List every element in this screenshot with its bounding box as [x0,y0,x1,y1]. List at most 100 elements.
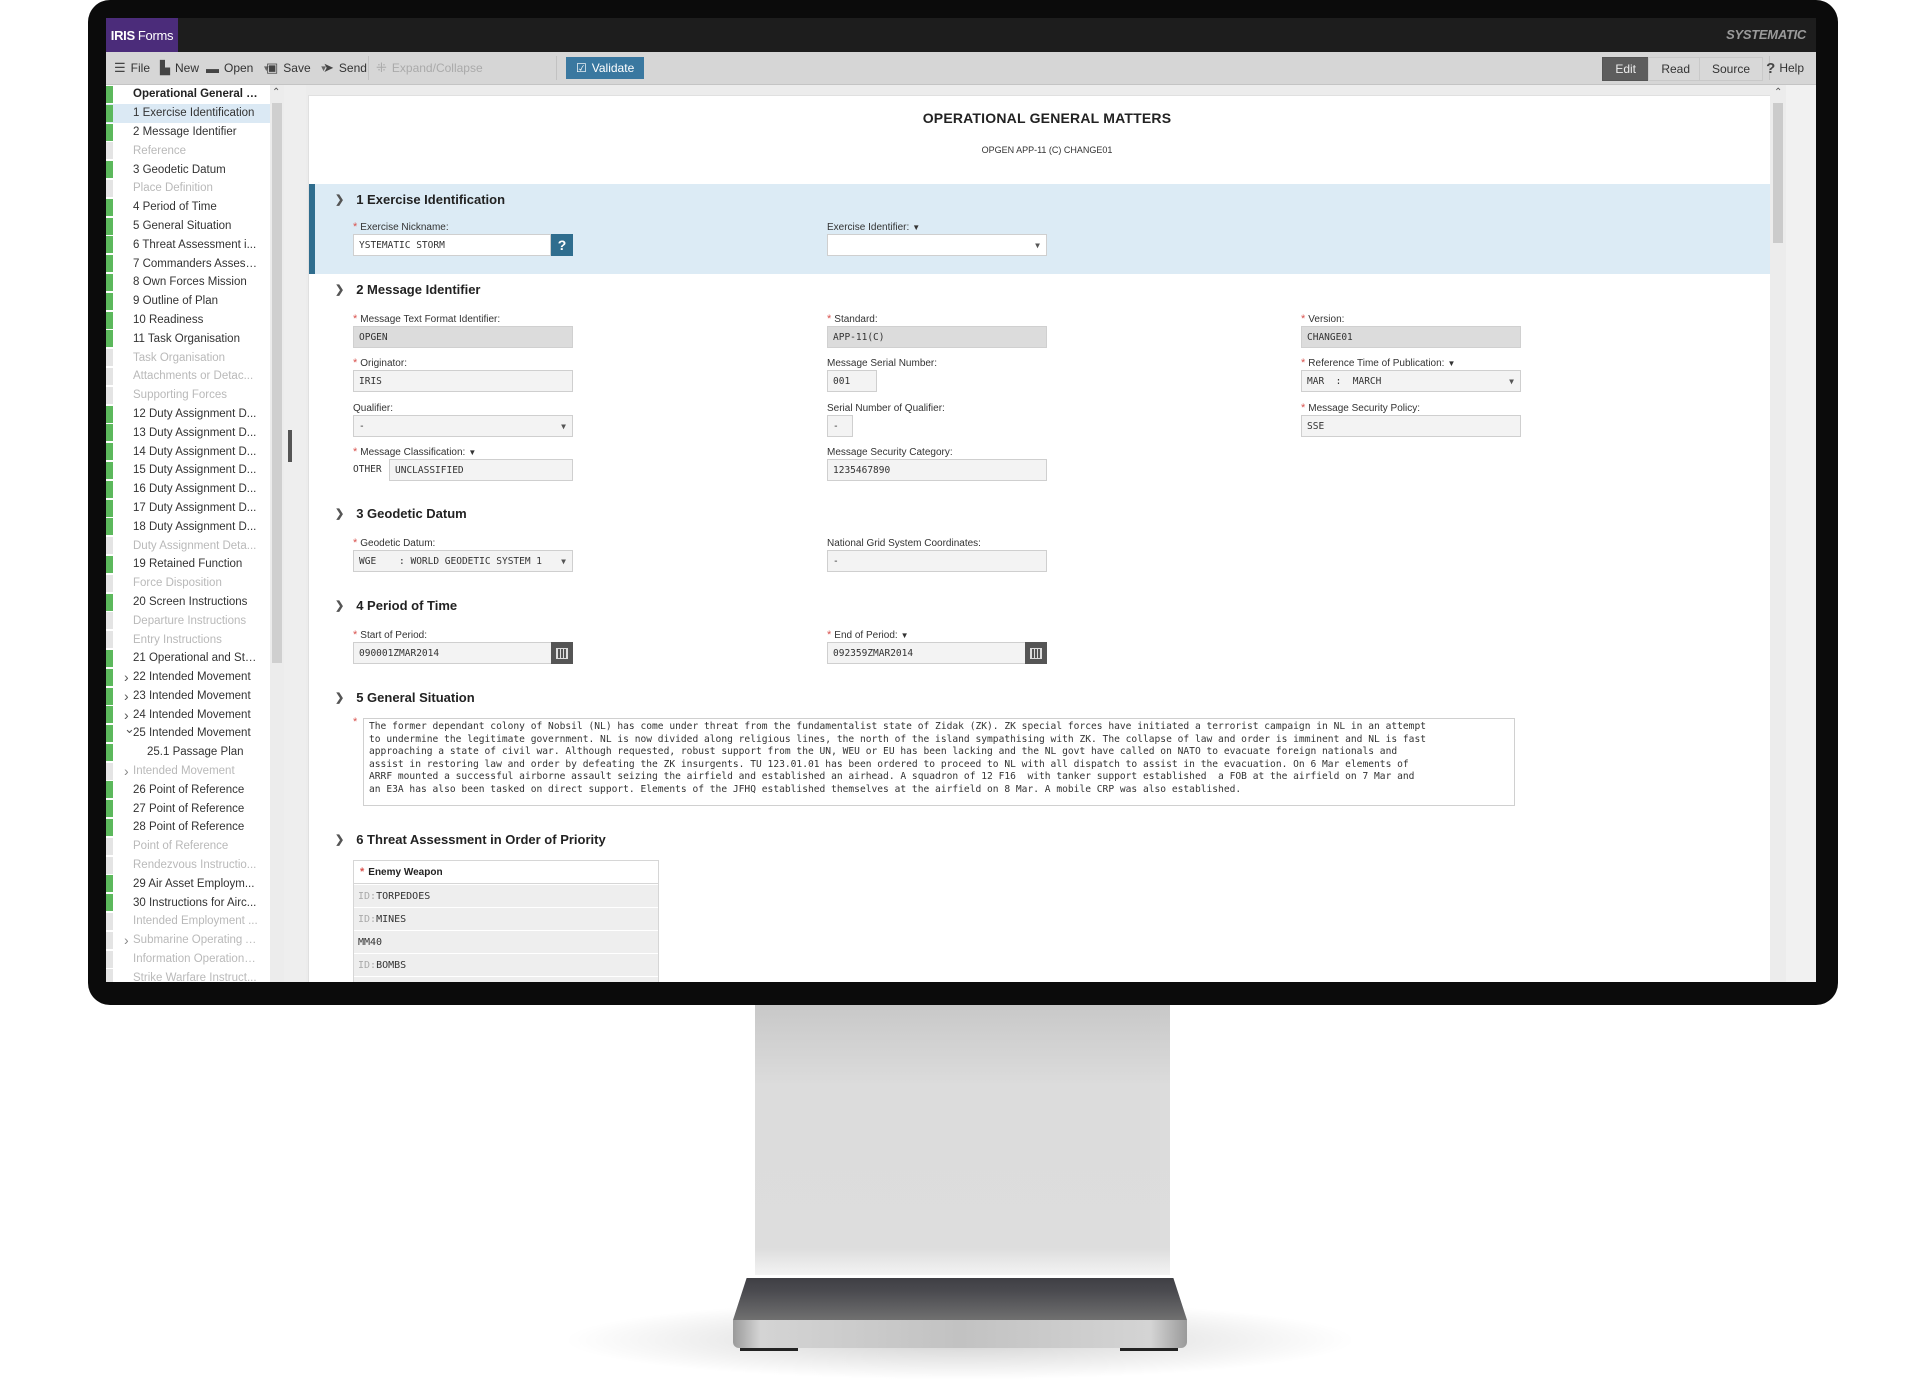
sidebar-item[interactable]: Point of Reference [106,837,270,856]
general-situation-textarea[interactable]: The former dependant colony of Nobsil (N… [363,718,1515,806]
sidebar-item[interactable]: 27 Point of Reference [106,799,270,818]
main-scrollbar[interactable]: ⌃ [1770,85,1786,982]
chevron-right-icon[interactable]: › [124,763,129,779]
section-header[interactable]: ❯ 5 General Situation [335,690,475,705]
sidebar-item[interactable]: 30 Instructions for Airc... [106,893,270,912]
sidebar-scrollbar[interactable]: ⌃ [270,85,284,982]
send-button[interactable]: ➤ Send [323,52,367,84]
qualifier-select[interactable]: - ▼ [353,415,573,437]
sidebar-item[interactable]: 20 Screen Instructions [106,593,270,612]
chevron-right-icon[interactable]: › [124,669,129,685]
sidebar-item[interactable]: ⌄ 25 Intended Movement [106,721,270,743]
collapse-sidebar-handle[interactable] [288,430,292,462]
table-row[interactable]: ID: TORPEDOES [354,885,658,907]
sidebar-scroll-thumb[interactable] [272,103,282,663]
sidebar-item[interactable]: 12 Duty Assignment D... [106,405,270,424]
sidebar-item[interactable]: › Intended Movement [106,762,270,781]
sidebar-item[interactable]: Duty Assignment Deta... [106,536,270,555]
calendar-button[interactable] [1025,642,1047,664]
save-button[interactable]: ▣ Save ▼ [266,52,328,84]
open-button[interactable]: ▬ Open ▼ [206,52,270,84]
sidebar-item[interactable]: Departure Instructions [106,611,270,630]
sidebar-item[interactable]: 8 Own Forces Mission [106,273,270,292]
new-button[interactable]: ▙ New [160,52,199,84]
sidebar-item[interactable]: Rendezvous Instructio... [106,856,270,875]
sidebar-item[interactable]: Attachments or Detac... [106,367,270,386]
sidebar-item[interactable]: 5 General Situation [106,217,270,236]
sidebar-item[interactable]: 16 Duty Assignment D... [106,480,270,499]
sidebar-item[interactable]: Intended Employment ... [106,912,270,931]
standard-input[interactable]: APP-11(C) [827,326,1047,348]
security-policy-input[interactable]: SSE [1301,415,1521,437]
sidebar-item[interactable]: 25.1 Passage Plan [106,743,270,762]
file-menu-button[interactable]: ☰ File [114,52,150,84]
table-row[interactable]: MM40 [354,931,658,953]
reference-time-select[interactable]: MAR : MARCH ▼ [1301,370,1521,392]
sidebar-item[interactable]: 3 Geodetic Datum [106,160,270,179]
sidebar-item[interactable]: Force Disposition [106,574,270,593]
sidebar-item[interactable]: 9 Outline of Plan [106,292,270,311]
chevron-right-icon[interactable]: › [124,688,129,704]
sidebar-item[interactable]: 1 Exercise Identification [106,103,270,123]
field-help-button[interactable]: ? [551,234,573,256]
section-header[interactable]: ❯ 4 Period of Time [335,598,457,613]
section-header[interactable]: ❯ 6 Threat Assessment in Order of Priori… [335,832,606,847]
sidebar-item[interactable]: 19 Retained Function [106,555,270,574]
mtf-identifier-input[interactable]: OPGEN [353,326,573,348]
sidebar-item[interactable]: Strike Warfare Instruct... [106,968,270,982]
sidebar-item[interactable]: › Submarine Operating A... [106,931,270,950]
source-mode-button[interactable]: Source [1698,57,1763,81]
sidebar-item[interactable]: 4 Period of Time [106,198,270,217]
main-scroll-thumb[interactable] [1773,103,1783,243]
sidebar-item[interactable]: › 22 Intended Movement [106,668,270,687]
version-input[interactable]: CHANGE01 [1301,326,1521,348]
sidebar-item[interactable]: › 23 Intended Movement [106,687,270,706]
sidebar-item[interactable]: 11 Task Organisation [106,329,270,348]
sidebar-item[interactable]: Task Organisation [106,348,270,367]
validate-button[interactable]: ☑ Validate [566,57,645,79]
sidebar-item[interactable]: Reference [106,141,270,160]
section-header[interactable]: ❯ 1 Exercise Identification [335,192,505,207]
table-row[interactable]: ID: MINES [354,908,658,930]
sidebar-item[interactable]: 13 Duty Assignment D... [106,423,270,442]
sidebar-item[interactable]: Information Operations... [106,950,270,969]
section-header[interactable]: ❯ 3 Geodetic Datum [335,506,467,521]
help-button[interactable]: ? Help [1766,57,1804,79]
section-header[interactable]: ❯ 2 Message Identifier [335,282,481,297]
calendar-button[interactable] [551,642,573,664]
grid-coordinates-input[interactable]: - [827,550,1047,572]
sidebar-item[interactable]: 7 Commanders Assess... [106,254,270,273]
sidebar-item[interactable]: 21 Operational and Sta... [106,649,270,668]
edit-mode-button[interactable]: Edit [1602,57,1649,81]
table-row[interactable]: ID:GUNS [354,977,658,982]
expand-collapse-button[interactable]: ⁜ Expand/Collapse [376,52,483,84]
sidebar-item[interactable]: Operational General M... [106,85,270,104]
sidebar-item[interactable]: 18 Duty Assignment D... [106,517,270,536]
start-of-period-input[interactable]: 090001ZMAR2014 [353,642,573,664]
exercise-nickname-input[interactable]: YSTEMATIC STORM [353,234,551,256]
sidebar-item[interactable]: 28 Point of Reference [106,818,270,837]
sidebar-item[interactable]: 29 Air Asset Employm... [106,874,270,893]
chevron-right-icon[interactable]: › [124,932,129,948]
sidebar-item[interactable]: Place Definition [106,179,270,198]
sidebar-item[interactable]: 10 Readiness [106,311,270,330]
sidebar-item[interactable]: 26 Point of Reference [106,780,270,799]
sidebar-item[interactable]: Entry Instructions [106,630,270,649]
sidebar-item[interactable]: 15 Duty Assignment D... [106,461,270,480]
sidebar-item[interactable]: 6 Threat Assessment i... [106,235,270,254]
sidebar-item[interactable]: 2 Message Identifier [106,123,270,142]
classification-input[interactable]: UNCLASSIFIED [389,459,573,481]
end-of-period-input[interactable]: 092359ZMAR2014 [827,642,1047,664]
geodetic-datum-select[interactable]: WGE : WORLD GEODETIC SYSTEM 1 ▼ [353,550,573,572]
panel-splitter[interactable] [284,85,306,982]
scroll-up-icon[interactable]: ⌃ [1774,87,1782,98]
exercise-identifier-select[interactable]: ▼ [827,234,1047,256]
serial-qualifier-input[interactable]: - [827,415,853,437]
sidebar-item[interactable]: Supporting Forces [106,386,270,405]
serial-number-input[interactable]: 001 [827,370,877,392]
security-category-input[interactable]: 1235467890 [827,459,1047,481]
originator-input[interactable]: IRIS [353,370,573,392]
sidebar-item[interactable]: 17 Duty Assignment D... [106,499,270,518]
sidebar-item[interactable]: 14 Duty Assignment D... [106,442,270,461]
scroll-up-icon[interactable]: ⌃ [272,87,280,98]
